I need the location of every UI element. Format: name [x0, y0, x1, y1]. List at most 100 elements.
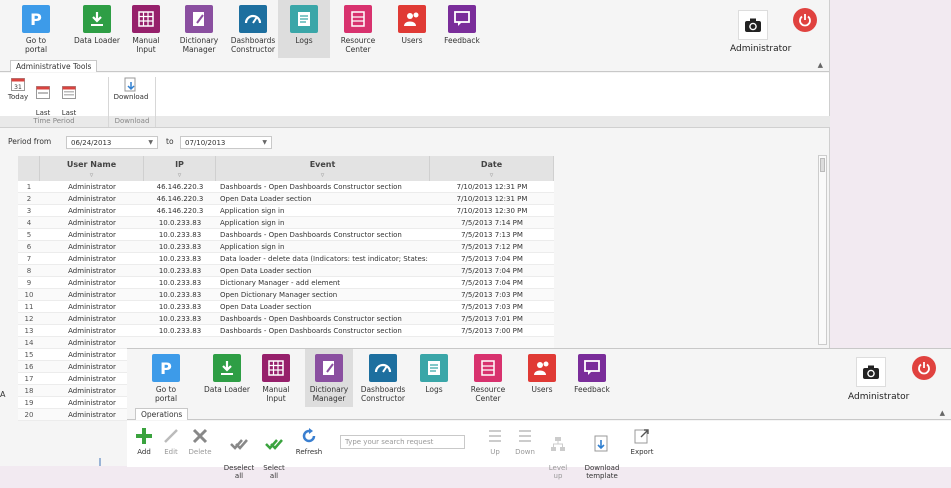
user-name[interactable]: Administrator — [730, 44, 791, 54]
level-up-button[interactable]: Level up — [547, 427, 569, 488]
row-number: 1 — [26, 183, 32, 191]
table-row[interactable]: 13 Administrator 10.0.233.83 Dashboards - O… — [18, 325, 554, 337]
table-row[interactable]: 6 Administrator 10.0.233.83 Application sig… — [18, 241, 554, 253]
search-input[interactable]: Type your search request — [340, 435, 465, 449]
row-number: 7 — [26, 255, 32, 263]
table-row[interactable]: 12 Administrator 10.0.233.83 Dashboards - O… — [18, 313, 554, 325]
nav-resource-center-button[interactable]: Resource Center — [335, 0, 381, 58]
nav-manual-input-button[interactable]: Manual Input — [128, 0, 164, 58]
date-cell: 7/5/2013 7:14 PM — [461, 219, 523, 227]
row-number: 19 — [24, 399, 34, 407]
edit-button[interactable]: Edit — [161, 427, 181, 456]
nav-resource-center-button[interactable]: Resource Center — [465, 349, 511, 407]
table-row[interactable]: 10 Administrator 10.0.233.83 Open Dictionar… — [18, 289, 554, 301]
collapse-ribbon-icon[interactable]: ▲ — [818, 61, 823, 69]
ip-cell: 10.0.233.83 — [158, 303, 202, 311]
resource-icon — [344, 5, 372, 33]
user-name-cell: Administrator — [68, 327, 116, 335]
column-header-user-name[interactable]: User Name ▿ — [40, 156, 144, 181]
nav-feedback-button[interactable]: Feedback — [441, 0, 483, 58]
double-check-green-icon — [265, 435, 283, 453]
nav-go-to-portal-button[interactable]: P Go to portal — [144, 349, 188, 407]
double-check-grey-icon — [230, 435, 248, 453]
table-row[interactable]: 4 Administrator 10.0.233.83 Application sig… — [18, 217, 554, 229]
dictionary-icon — [315, 354, 343, 382]
export-button[interactable]: Export — [629, 427, 655, 456]
camera-icon[interactable] — [738, 10, 768, 40]
nav-logs-button[interactable]: Logs — [278, 0, 330, 58]
nav-dashboards-constructor-button[interactable]: Dashboards Constructor — [358, 349, 408, 407]
table-row[interactable]: 3 Administrator 46.146.220.3 Application si… — [18, 205, 554, 217]
row-number: 12 — [24, 315, 34, 323]
ip-cell: 10.0.233.83 — [158, 279, 202, 287]
table-row[interactable]: 1 Administrator 46.146.220.3 Dashboards - O… — [18, 181, 554, 193]
refresh-button[interactable]: Refresh — [294, 427, 324, 456]
table-row[interactable]: 11 Administrator 10.0.233.83 Open Data Load… — [18, 301, 554, 313]
table-row[interactable]: 8 Administrator 10.0.233.83 Open Data Loade… — [18, 265, 554, 277]
user-name-cell: Administrator — [68, 183, 116, 191]
date-from-dropdown[interactable]: 06/24/2013 ▼ — [66, 136, 158, 149]
table-row[interactable]: 2 Administrator 46.146.220.3 Open Data Load… — [18, 193, 554, 205]
ribbon: 31 Today Last Week Last Month Download T… — [0, 73, 830, 128]
row-number: 14 — [24, 339, 34, 347]
nav-manual-input-button[interactable]: Manual Input — [258, 349, 294, 407]
up-button[interactable]: Up — [485, 427, 505, 456]
column-header-event[interactable]: Event ▿ — [216, 156, 430, 181]
user-name-cell: Administrator — [68, 231, 116, 239]
nav-dictionary-manager-button[interactable]: Dictionary Manager — [175, 0, 223, 58]
scrollbar-thumb[interactable] — [820, 158, 825, 172]
user-name-cell: Administrator — [68, 195, 116, 203]
user-name-cell: Administrator — [68, 315, 116, 323]
nav-data-loader-button[interactable]: Data Loader — [69, 0, 125, 58]
power-icon[interactable] — [912, 356, 936, 380]
select-all-button[interactable]: Select all — [261, 427, 287, 488]
download-template-button[interactable]: Download template — [582, 427, 622, 488]
resource-icon — [474, 354, 502, 382]
group-label-time-period: Time Period — [0, 116, 108, 127]
row-number: 2 — [26, 195, 32, 203]
add-button[interactable]: Add — [135, 427, 153, 456]
power-icon[interactable] — [793, 8, 817, 32]
row-number: 4 — [26, 219, 32, 227]
table-row[interactable]: 7 Administrator 10.0.233.83 Data loader - d… — [18, 253, 554, 265]
refresh-icon — [300, 427, 318, 445]
nav-logs-button[interactable]: Logs — [408, 349, 460, 407]
row-number: 13 — [24, 327, 34, 335]
table-row[interactable]: 5 Administrator 10.0.233.83 Dashboards - Op… — [18, 229, 554, 241]
today-button[interactable]: 31 Today — [6, 77, 30, 101]
deselect-all-button[interactable]: Deselect all — [223, 427, 255, 488]
row-number: 3 — [26, 207, 32, 215]
row-number: 15 — [24, 351, 34, 359]
user-name[interactable]: Administrator — [848, 392, 909, 402]
camera-icon[interactable] — [856, 357, 886, 387]
date-cell: 7/5/2013 7:01 PM — [461, 315, 523, 323]
cross-icon — [191, 427, 209, 445]
filter-icon[interactable]: ▿ — [40, 171, 143, 179]
filter-icon[interactable]: ▿ — [216, 171, 429, 179]
filter-icon[interactable]: ▿ — [430, 171, 553, 179]
ip-cell: 46.146.220.3 — [156, 183, 204, 191]
filter-icon[interactable]: ▿ — [144, 171, 215, 179]
row-number: 6 — [26, 243, 32, 251]
nav-data-loader-button[interactable]: Data Loader — [199, 349, 255, 407]
collapse-ribbon-icon[interactable]: ▲ — [940, 409, 945, 417]
download-button[interactable]: Download — [111, 77, 151, 101]
nav-users-button[interactable]: Users — [521, 349, 563, 407]
vertical-scrollbar[interactable] — [818, 155, 827, 345]
gauge-icon — [239, 5, 267, 33]
tab-operations[interactable]: Operations — [135, 408, 189, 420]
tab-administrative-tools[interactable]: Administrative Tools — [10, 60, 98, 72]
nav-label: Go to portal — [24, 36, 48, 54]
table-row[interactable]: 9 Administrator 10.0.233.83 Dictionary Mana… — [18, 277, 554, 289]
delete-button[interactable]: Delete — [187, 427, 213, 456]
nav-go-to-portal-button[interactable]: P Go to portal — [14, 0, 58, 58]
nav-feedback-button[interactable]: Feedback — [571, 349, 613, 407]
column-header-ip[interactable]: IP ▿ — [144, 156, 216, 181]
calendar-month-icon — [62, 85, 76, 99]
nav-dashboards-constructor-button[interactable]: Dashboards Constructor — [228, 0, 278, 58]
down-button[interactable]: Down — [513, 427, 537, 456]
nav-users-button[interactable]: Users — [391, 0, 433, 58]
date-to-dropdown[interactable]: 07/10/2013 ▼ — [180, 136, 272, 149]
column-header-date[interactable]: Date ▿ — [430, 156, 554, 181]
nav-dictionary-manager-button[interactable]: Dictionary Manager — [305, 349, 353, 407]
